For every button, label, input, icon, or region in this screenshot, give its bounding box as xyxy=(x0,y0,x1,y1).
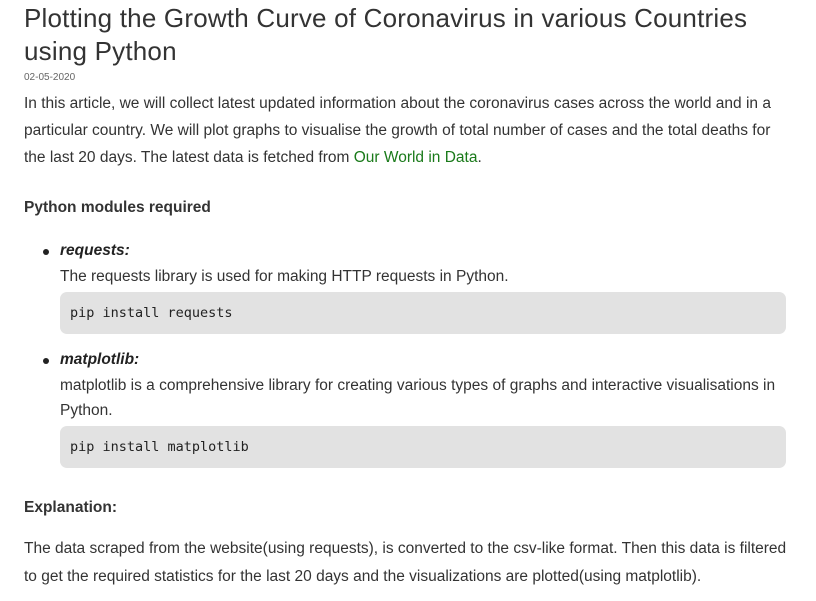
module-description: matplotlib is a comprehensive library fo… xyxy=(60,377,776,419)
bullet-icon xyxy=(43,249,49,255)
our-world-in-data-link[interactable]: Our World in Data xyxy=(354,149,478,166)
list-item-requests: requests: The requests library is used f… xyxy=(43,239,792,334)
code-block-matplotlib[interactable]: pip install matplotlib xyxy=(60,426,786,468)
article-title: Plotting the Growth Curve of Coronavirus… xyxy=(24,3,748,66)
explanation-paragraph: The data scraped from the website(using … xyxy=(24,540,787,585)
explanation-heading: Explanation: xyxy=(24,499,118,516)
modules-list: requests: The requests library is used f… xyxy=(24,239,792,468)
module-name: requests: xyxy=(60,242,130,259)
publish-date: 02-05-2020 xyxy=(24,72,76,83)
article: Plotting the Growth Curve of Coronavirus… xyxy=(0,2,816,601)
module-description: The requests library is used for making … xyxy=(60,268,509,285)
code-block-requests[interactable]: pip install requests xyxy=(60,292,786,334)
bullet-icon xyxy=(43,358,49,364)
intro-paragraph: In this article, we will collect latest … xyxy=(24,90,792,171)
modules-heading: Python modules required xyxy=(24,199,211,216)
list-item-matplotlib: matplotlib: matplotlib is a comprehensiv… xyxy=(43,348,792,468)
module-name: matplotlib: xyxy=(60,351,140,368)
intro-end: . xyxy=(477,149,482,166)
